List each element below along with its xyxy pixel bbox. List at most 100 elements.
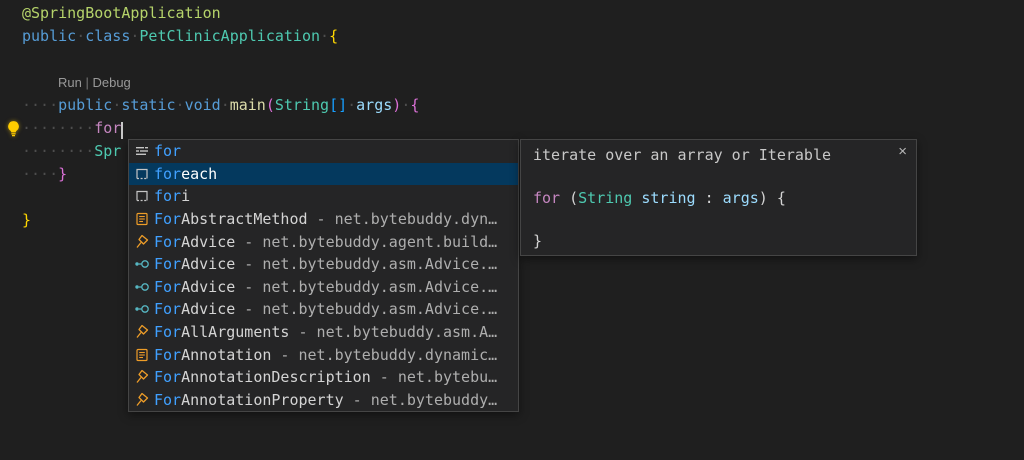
- code-token: ·: [176, 96, 185, 114]
- code-token: static: [121, 96, 175, 114]
- code-token: public: [58, 96, 112, 114]
- code-token: String: [578, 189, 632, 207]
- suggestion-match: For: [154, 368, 181, 386]
- suggestion-label: AnnotationDescription: [181, 368, 371, 386]
- code-token: }: [58, 165, 67, 183]
- code-token: for: [94, 119, 121, 137]
- suggestion-detail: - net.bytebuddy…: [344, 391, 498, 409]
- code-token: ·: [320, 27, 329, 45]
- code-token: String: [275, 96, 329, 114]
- suggestion-detail: - net.bytebu…: [371, 368, 497, 386]
- suggestion-item[interactable]: for: [129, 140, 518, 163]
- suggestion-label: i: [181, 187, 190, 205]
- suggestion-detail: - net.bytebuddy.asm.Advice.…: [235, 255, 497, 273]
- module-icon: [132, 211, 151, 227]
- code-token: string: [641, 189, 695, 207]
- code-line[interactable]: @SpringBootApplication: [22, 2, 1024, 25]
- code-line[interactable]: ········for: [22, 117, 1024, 140]
- suggestion-match: For: [154, 210, 181, 228]
- lightbulb-icon[interactable]: [5, 120, 22, 137]
- method-icon: [132, 301, 151, 317]
- suggestion-detail: - net.bytebuddy.dyn…: [308, 210, 498, 228]
- code-token: :: [696, 189, 723, 207]
- suggestion-detail: - net.bytebuddy.asm.Advice.…: [235, 278, 497, 296]
- code-token: ········: [22, 142, 94, 160]
- suggestion-detail: - net.bytebuddy.asm.Advice.…: [235, 300, 497, 318]
- code-token: {: [410, 96, 419, 114]
- suggestion-detail: - net.bytebuddy.agent.build…: [235, 233, 497, 251]
- code-token: ·: [221, 96, 230, 114]
- class-icon: [132, 234, 151, 250]
- suggestion-item[interactable]: fori: [129, 185, 518, 208]
- docs-code-line: }: [533, 231, 904, 252]
- suggestion-label: AbstractMethod: [181, 210, 307, 228]
- docs-code-line: for (String string : args) {: [533, 188, 904, 209]
- code-token: ········: [22, 119, 94, 137]
- code-line[interactable]: public·class·PetClinicApplication·{: [22, 25, 1024, 48]
- suggestion-detail: - net.bytebuddy.asm.A…: [289, 323, 497, 341]
- code-token: ): [392, 96, 401, 114]
- code-token: @SpringBootApplication: [22, 4, 221, 22]
- suggestion-detail: - net.bytebuddy.dynamic…: [271, 346, 497, 364]
- suggest-list: forforeachforiForAbstractMethod - net.by…: [129, 140, 518, 411]
- code-token: ·: [347, 96, 356, 114]
- code-token: class: [85, 27, 130, 45]
- suggestion-match: For: [154, 255, 181, 273]
- code-token: ····: [22, 165, 58, 183]
- method-icon: [132, 279, 151, 295]
- docs-summary: iterate over an array or Iterable: [533, 145, 904, 166]
- code-token: ····: [22, 96, 58, 114]
- code-token: (: [266, 96, 275, 114]
- code-token: main: [230, 96, 266, 114]
- close-icon[interactable]: ×: [898, 144, 907, 159]
- suggestion-match: For: [154, 346, 181, 364]
- suggestion-item[interactable]: ForAnnotationProperty - net.bytebuddy…: [129, 389, 518, 412]
- code-token: ) {: [759, 189, 786, 207]
- codelens-line: Run | Debug: [22, 71, 1024, 94]
- suggestion-match: For: [154, 278, 181, 296]
- suggestion-item[interactable]: ForAnnotation - net.bytebuddy.dynamic…: [129, 343, 518, 366]
- suggestion-item[interactable]: ForAdvice - net.bytebuddy.asm.Advice.…: [129, 298, 518, 321]
- docs-widget: iterate over an array or Iterable for (S…: [520, 139, 917, 256]
- codelens-separator: |: [82, 75, 93, 90]
- code-token: Spr: [94, 142, 121, 160]
- code-token: args: [356, 96, 392, 114]
- suggestion-match: For: [154, 300, 181, 318]
- suggestion-label: each: [181, 165, 217, 183]
- code-token: {: [329, 27, 338, 45]
- code-token: (: [560, 189, 578, 207]
- class-icon: [132, 369, 151, 385]
- suggestion-item[interactable]: ForAdvice - net.bytebuddy.asm.Advice.…: [129, 253, 518, 276]
- code-token: void: [185, 96, 221, 114]
- codelens-run-link[interactable]: Run: [58, 75, 82, 90]
- code-line[interactable]: [22, 48, 1024, 71]
- code-token: ·: [76, 27, 85, 45]
- suggestion-match: for: [154, 187, 181, 205]
- docs-spacer: [533, 166, 904, 187]
- code-token: []: [329, 96, 347, 114]
- suggestion-item[interactable]: ForAdvice - net.bytebuddy.asm.Advice.…: [129, 276, 518, 299]
- suggestion-match: for: [154, 142, 181, 160]
- snippet-icon: [132, 166, 151, 182]
- suggestion-item[interactable]: ForAdvice - net.bytebuddy.agent.build…: [129, 230, 518, 253]
- suggestion-match: For: [154, 391, 181, 409]
- suggestion-label: AllArguments: [181, 323, 289, 341]
- suggestion-item[interactable]: ForAnnotationDescription - net.bytebu…: [129, 366, 518, 389]
- suggestion-item[interactable]: foreach: [129, 163, 518, 186]
- suggestion-item[interactable]: ForAbstractMethod - net.bytebuddy.dyn…: [129, 208, 518, 231]
- suggestion-label: Annotation: [181, 346, 271, 364]
- code-token: for: [533, 189, 560, 207]
- code-token: public: [22, 27, 76, 45]
- code-token: ·: [401, 96, 410, 114]
- suggestion-label: Advice: [181, 278, 235, 296]
- suggestion-item[interactable]: ForAllArguments - net.bytebuddy.asm.A…: [129, 321, 518, 344]
- code-line[interactable]: ····public·static·void·main(String[]·arg…: [22, 94, 1024, 117]
- suggestion-match: For: [154, 323, 181, 341]
- method-icon: [132, 256, 151, 272]
- suggestion-label: Advice: [181, 300, 235, 318]
- snippet-icon: [132, 188, 151, 204]
- class-icon: [132, 324, 151, 340]
- codelens-debug-link[interactable]: Debug: [92, 75, 130, 90]
- class-icon: [132, 392, 151, 408]
- docs-code: for (String string : args) { }: [533, 188, 904, 252]
